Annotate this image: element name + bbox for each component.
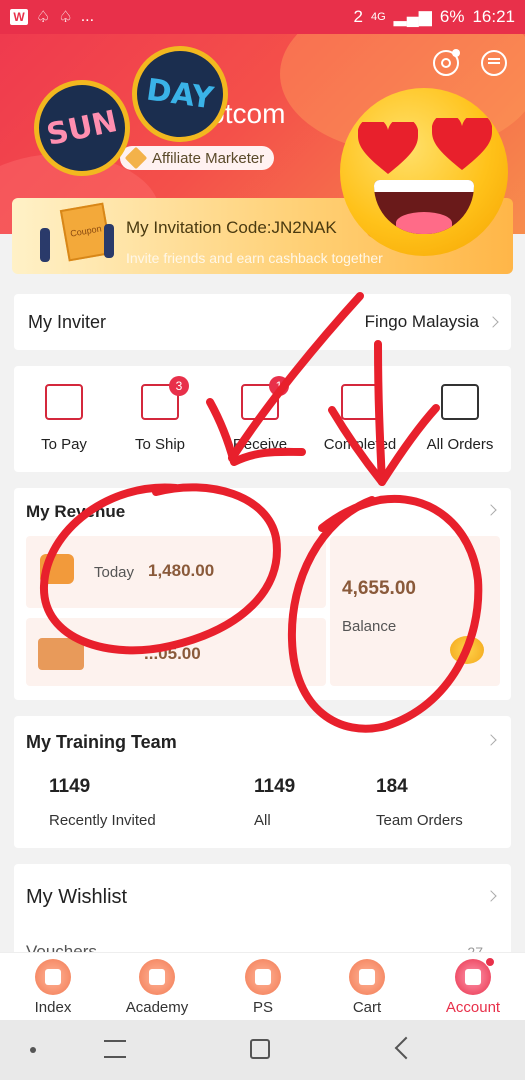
check-icon xyxy=(341,384,379,420)
heart-icon xyxy=(358,122,418,174)
affiliate-badge: Affiliate Marketer xyxy=(120,146,275,170)
balance-label: Balance xyxy=(342,618,397,635)
sim-icon: 2 xyxy=(353,7,363,26)
stat-team-orders[interactable]: 184 Team Orders xyxy=(376,776,463,830)
heart-icon xyxy=(432,118,492,170)
signal-icon: ▂▄▆ xyxy=(393,7,432,26)
revenue-title: My Revenue xyxy=(26,502,126,521)
chevron-right-icon xyxy=(485,734,497,746)
graduation-cap-icon xyxy=(139,959,175,995)
gear-icon[interactable] xyxy=(433,49,460,76)
training-team-panel[interactable]: My Training Team 1149 Recently Invited 1… xyxy=(14,716,511,848)
balance-box: 4,655.00 Balance xyxy=(330,536,500,686)
chevron-right-icon xyxy=(485,504,497,516)
card-revenue: ...05.00 xyxy=(26,618,326,686)
wallet-icon xyxy=(45,384,83,420)
invitation-code: My Invitation Code:JN2NAK xyxy=(126,218,337,237)
system-nav-bar xyxy=(0,1020,525,1080)
order-completed[interactable]: Completed xyxy=(310,384,410,453)
diamond-icon xyxy=(245,959,281,995)
diamond-icon xyxy=(124,146,148,170)
back-arrow-icon[interactable] xyxy=(394,1036,418,1060)
order-to-pay[interactable]: To Pay xyxy=(14,384,114,453)
more-notifications: ... xyxy=(80,8,95,25)
dot-icon[interactable] xyxy=(30,1047,36,1053)
account-icon xyxy=(455,957,495,995)
battery-level: 6% xyxy=(439,7,465,26)
notification-dot xyxy=(452,49,460,57)
order-to-ship[interactable]: 3 To Ship xyxy=(110,376,210,453)
count-badge: 1 xyxy=(269,376,289,396)
revenue-panel[interactable]: My Revenue Today 1,480.00 ...05.00 4,655… xyxy=(14,488,511,700)
chat-icon[interactable] xyxy=(481,50,507,76)
credit-card-icon xyxy=(38,638,84,670)
my-inviter-row[interactable]: My Inviter Fingo Malaysia xyxy=(14,294,511,350)
wishlist-title: My Wishlist xyxy=(26,886,128,908)
heart-eyes-emoji-icon xyxy=(340,88,508,256)
card-value: ...05.00 xyxy=(144,644,201,663)
mouth-shape xyxy=(374,180,474,234)
orders-panel: To Pay 3 To Ship 1 Receive Completed All… xyxy=(14,366,511,472)
team-title: My Training Team xyxy=(26,732,177,752)
person-icon xyxy=(40,228,50,262)
invitation-subtitle: Invite friends and earn cashback togethe… xyxy=(126,250,383,266)
notification-dot xyxy=(485,957,495,967)
order-receive[interactable]: 1 Receive xyxy=(210,376,310,453)
chevron-right-icon xyxy=(485,890,497,902)
bottom-nav: Index Academy PS Cart Account xyxy=(0,952,525,1020)
list-icon xyxy=(441,384,479,420)
stat-recently-invited[interactable]: 1149 Recently Invited xyxy=(49,776,156,830)
today-value: 1,480.00 xyxy=(148,561,215,580)
status-bar: W ♤ ♤ ... 2 4G ▂▄▆ 6% 16:21 xyxy=(0,0,525,34)
w-app-icon: W xyxy=(10,9,28,25)
bell-icon: ♤ xyxy=(58,9,73,26)
nav-cart[interactable]: Cart xyxy=(322,959,412,1016)
today-revenue: Today 1,480.00 xyxy=(26,536,326,608)
nav-index[interactable]: Index xyxy=(8,959,98,1016)
wishlist-panel[interactable]: My Wishlist Vouchers 27 xyxy=(14,864,511,960)
cart-icon xyxy=(349,959,385,995)
clock: 16:21 xyxy=(472,7,515,26)
network-label: 4G xyxy=(370,11,386,23)
person-icon xyxy=(104,224,114,258)
wallet-icon xyxy=(40,554,74,584)
truck-icon: 1 xyxy=(241,376,289,420)
nav-academy[interactable]: Academy xyxy=(112,959,202,1016)
badge-label: Affiliate Marketer xyxy=(152,149,265,167)
chevron-right-icon xyxy=(487,316,499,328)
home-button-icon[interactable] xyxy=(250,1039,270,1059)
balance-value: 4,655.00 xyxy=(342,578,416,599)
coins-icon xyxy=(450,636,484,664)
today-label: Today xyxy=(94,564,135,581)
nav-ps[interactable]: PS xyxy=(218,959,308,1016)
bell-icon: ♤ xyxy=(36,9,51,26)
order-all[interactable]: All Orders xyxy=(410,384,510,453)
box-icon: 3 xyxy=(141,376,189,420)
inviter-label: My Inviter xyxy=(28,311,107,332)
count-badge: 3 xyxy=(169,376,189,396)
inviter-value: Fingo Malaysia xyxy=(364,312,479,331)
stat-all[interactable]: 1149 All xyxy=(254,776,295,830)
recent-apps-icon[interactable] xyxy=(104,1040,126,1058)
nav-account[interactable]: Account xyxy=(428,957,518,1016)
home-icon xyxy=(35,959,71,995)
